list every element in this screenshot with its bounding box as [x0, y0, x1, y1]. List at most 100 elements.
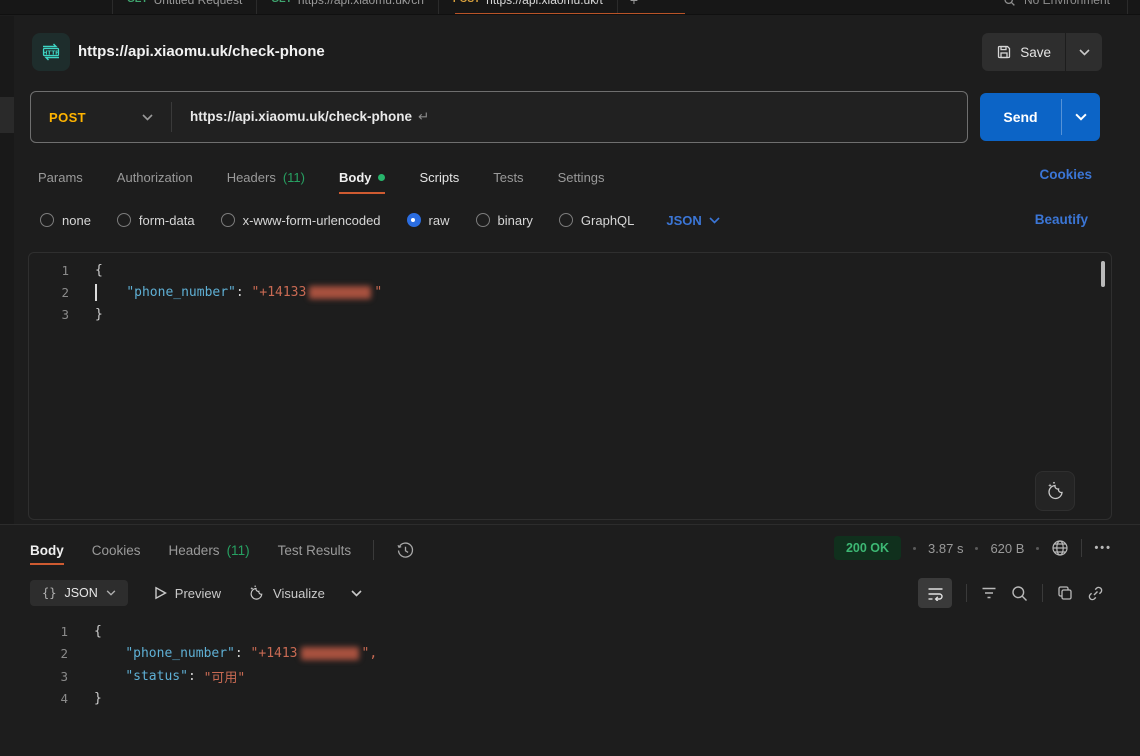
radio-graphql[interactable]: GraphQL	[559, 213, 634, 228]
collapsed-sidebar[interactable]	[0, 16, 14, 524]
response-toolbar: {} JSON Preview Visualize	[30, 578, 362, 608]
url-input[interactable]: https://api.xiaomu.uk/check-phone↵	[190, 109, 429, 125]
more-options-icon[interactable]: •••	[1094, 542, 1112, 554]
app-window: GET Untitled Request GET https://api.xia…	[0, 0, 1140, 756]
beautify-link[interactable]: Beautify	[1035, 212, 1088, 227]
request-tab-label: https://api.xiaomu.uk/ch	[298, 0, 424, 7]
environment-label: No Environment	[1024, 0, 1110, 7]
environment-selector[interactable]: No Environment	[1003, 0, 1110, 7]
request-body-editor[interactable]: 1{ 2 "phone_number": "+14133" 3}	[28, 252, 1112, 520]
code-line: 2 "phone_number": "+14133"	[29, 281, 1111, 303]
visualize-options-button[interactable]	[351, 590, 362, 597]
json-value: "可用"	[204, 667, 246, 686]
search-button[interactable]	[1011, 585, 1028, 602]
line-number: 4	[28, 691, 68, 706]
enter-hint-icon: ↵	[418, 109, 429, 124]
save-options-button[interactable]	[1066, 33, 1102, 71]
method-badge: POST	[453, 0, 480, 5]
tab-params[interactable]: Params	[38, 170, 83, 185]
link-button[interactable]	[1087, 585, 1104, 602]
tab-scripts[interactable]: Scripts	[419, 170, 459, 185]
request-tab-1[interactable]: GET Untitled Request	[112, 0, 257, 15]
body-type-options: none form-data x-www-form-urlencoded raw…	[40, 205, 720, 235]
response-meta: 200 OK 3.87 s 620 B •••	[834, 536, 1112, 560]
play-icon	[154, 586, 167, 600]
method-label: POST	[49, 110, 86, 125]
request-tab-label: https://api.xiaomu.uk/t	[486, 0, 603, 7]
request-tab-2[interactable]: GET https://api.xiaomu.uk/ch	[257, 0, 439, 15]
chevron-down-icon	[709, 217, 720, 224]
preview-button[interactable]: Preview	[154, 586, 221, 601]
active-tab-underline	[339, 192, 386, 194]
save-split-button: Save	[982, 33, 1102, 71]
save-button[interactable]: Save	[982, 33, 1065, 71]
clock-history-icon	[396, 541, 415, 560]
send-options-button[interactable]	[1062, 93, 1100, 141]
response-tools	[918, 578, 1104, 608]
sidebar-scroll-thumb[interactable]	[0, 97, 14, 133]
tab-tests[interactable]: Tests	[493, 170, 523, 185]
request-tab-label: Untitled Request	[154, 0, 243, 7]
radio-x-www-form-urlencoded[interactable]: x-www-form-urlencoded	[221, 213, 381, 228]
tab-response-body[interactable]: Body	[30, 543, 64, 558]
code-line: 3}	[29, 303, 1111, 325]
radio-none[interactable]: none	[40, 213, 91, 228]
response-history-button[interactable]	[396, 541, 415, 560]
radio-raw-selected[interactable]: raw	[407, 213, 450, 228]
active-tab-underline	[30, 563, 64, 565]
method-badge: GET	[271, 0, 292, 5]
format-dropdown[interactable]: JSON	[666, 213, 719, 228]
line-number: 3	[28, 669, 68, 684]
tab-settings[interactable]: Settings	[558, 170, 605, 185]
chevron-down-icon	[106, 590, 116, 596]
dot-separator-icon	[913, 547, 916, 550]
window-tab-strip: GET Untitled Request GET https://api.xia…	[0, 0, 1140, 15]
sparkle-cookie-icon	[1044, 480, 1066, 502]
method-selector[interactable]: POST	[31, 108, 171, 126]
network-info-button[interactable]	[1051, 539, 1069, 557]
postbot-button[interactable]	[1035, 471, 1075, 511]
tab-test-results[interactable]: Test Results	[278, 543, 352, 558]
request-title: https://api.xiaomu.uk/check-phone	[78, 43, 325, 60]
active-tab-underline	[455, 13, 685, 15]
radio-form-data[interactable]: form-data	[117, 213, 195, 228]
divider	[1042, 584, 1043, 602]
new-tab-button[interactable]: +	[618, 0, 650, 8]
line-number: 3	[29, 307, 69, 322]
search-icon	[1003, 0, 1016, 7]
editor-scrollbar[interactable]	[1101, 261, 1105, 287]
tab-body[interactable]: Body	[339, 170, 386, 185]
json-key: "status"	[125, 669, 188, 684]
radio-icon	[476, 213, 490, 227]
wrap-text-icon	[927, 586, 944, 601]
send-button[interactable]: Send	[980, 93, 1061, 141]
line-number: 2	[29, 285, 69, 300]
sparkle-cookie-icon	[247, 584, 265, 602]
response-body-viewer[interactable]: 1{ 2 "phone_number": "+1413", 3 "status"…	[28, 620, 1112, 710]
tab-headers[interactable]: Headers(11)	[227, 170, 305, 185]
radio-binary[interactable]: binary	[476, 213, 533, 228]
svg-text:HTTP: HTTP	[43, 50, 60, 56]
cookies-link[interactable]: Cookies	[1039, 167, 1092, 182]
response-time[interactable]: 3.87 s	[928, 541, 963, 556]
copy-button[interactable]	[1057, 585, 1073, 601]
response-section-tabs: Body Cookies Headers(11) Test Results	[30, 534, 415, 566]
response-size[interactable]: 620 B	[990, 541, 1024, 556]
radio-icon	[559, 213, 573, 227]
radio-selected-icon	[407, 213, 421, 227]
headers-count-badge: (11)	[283, 170, 305, 185]
line-number: 1	[29, 263, 69, 278]
globe-icon	[1051, 539, 1069, 557]
response-format-dropdown[interactable]: {} JSON	[30, 580, 128, 606]
code-line: 4}	[28, 688, 1112, 711]
status-badge[interactable]: 200 OK	[834, 536, 901, 560]
wrap-text-button[interactable]	[918, 578, 952, 608]
tab-authorization[interactable]: Authorization	[117, 170, 193, 185]
visualize-button[interactable]: Visualize	[247, 584, 325, 602]
filter-button[interactable]	[981, 586, 997, 600]
json-value: "+1413	[251, 646, 298, 661]
divider	[171, 102, 172, 132]
tab-response-cookies[interactable]: Cookies	[92, 543, 141, 558]
tab-response-headers[interactable]: Headers(11)	[169, 543, 250, 558]
code-line: 3 "status": "可用"	[28, 665, 1112, 688]
